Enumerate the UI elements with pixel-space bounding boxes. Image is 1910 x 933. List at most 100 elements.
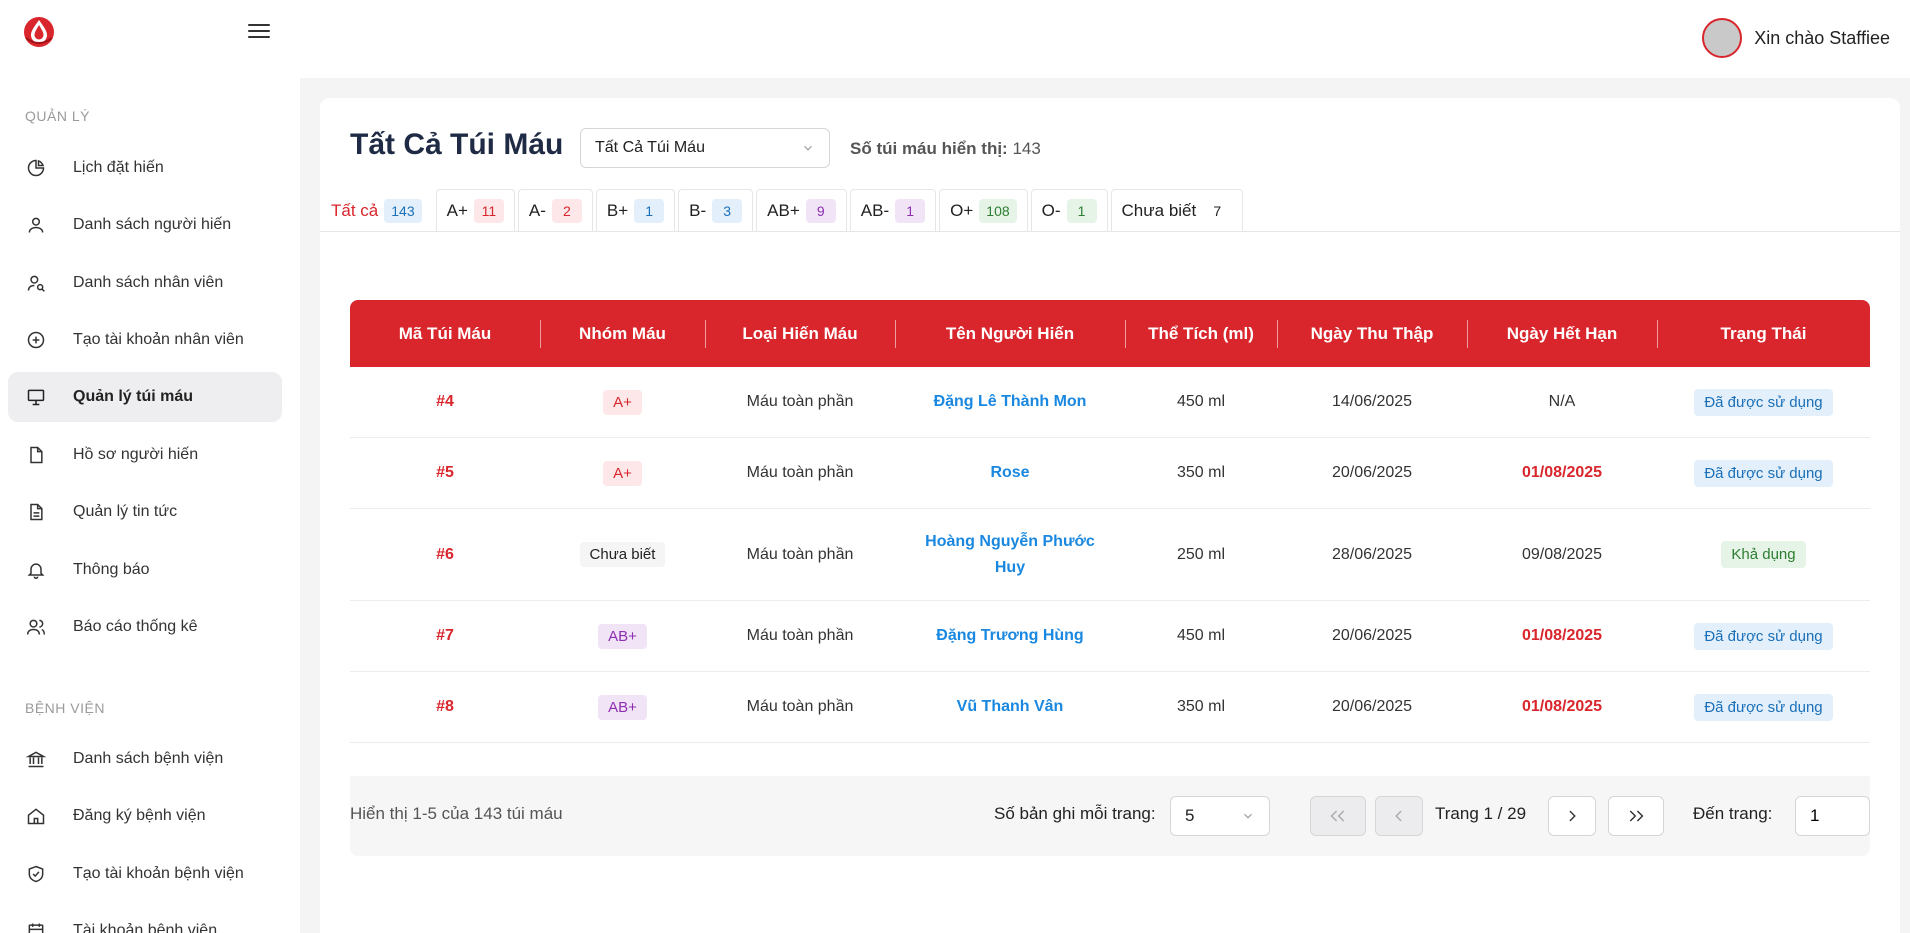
per-page-select[interactable]: 5 (1170, 796, 1270, 836)
sidebar-item-label: Đăng ký bệnh viện (73, 807, 206, 824)
filter-select-value: Tất Cả Túi Máu (595, 139, 705, 156)
section-title-hospital: BỆNH VIỆN (25, 700, 105, 716)
tab-blood-group[interactable]: Tất cả 143 (320, 189, 433, 231)
cell-donation-type: Máu toàn phần (746, 698, 854, 715)
sidebar-item-statistics-report[interactable]: Báo cáo thống kê (8, 602, 282, 652)
sidebar-item-staff-list[interactable]: Danh sách nhân viên (8, 258, 282, 308)
sidebar-item-hospital-accounts[interactable]: Tài khoản bệnh viện (8, 906, 282, 933)
status-badge: Đã được sử dụng (1694, 693, 1833, 721)
blood-bag-filter-select[interactable]: Tất Cả Túi Máu (580, 128, 830, 168)
table-body: #4 A+ Máu toàn phần Đặng Lê Thành Mon 450 ml… (350, 367, 1870, 743)
user-menu[interactable]: Xin chào Staffiee (1702, 18, 1890, 58)
blood-bag-table: Mã Túi Máu Nhóm Máu Loại Hiến Máu Tên Ng… (350, 300, 1870, 743)
cell-bag-id[interactable]: #5 (350, 464, 540, 482)
sidebar-item-donor-list[interactable]: Danh sách người hiến (8, 200, 282, 250)
tab-blood-group[interactable]: Chưa biết 7 (1110, 189, 1244, 231)
column-header[interactable]: Ngày Hết Hạn (1467, 319, 1657, 348)
monitor-icon (25, 386, 47, 408)
column-header[interactable]: Thể Tích (ml) (1125, 319, 1277, 348)
tab-count-badge: 1 (1066, 198, 1097, 223)
cell-bag-id[interactable]: #6 (350, 546, 540, 564)
file-icon (25, 444, 47, 466)
sidebar-item-hospital-list[interactable]: Danh sách bệnh viện (8, 734, 282, 784)
cell-bag-id[interactable]: #7 (350, 627, 540, 645)
cell-collected-date: 14/06/2025 (1331, 393, 1413, 410)
sidebar-item-blood-bag-management[interactable]: Quản lý túi máu (8, 372, 282, 422)
prev-page-button[interactable] (1375, 796, 1423, 836)
tab-blood-group[interactable]: AB- 1 (849, 189, 937, 231)
tab-count-badge: 143 (384, 198, 422, 223)
column-header[interactable]: Nhóm Máu (540, 319, 705, 348)
blood-drop-logo-icon[interactable] (22, 14, 56, 48)
user-icon (25, 214, 47, 236)
next-page-button[interactable] (1548, 796, 1596, 836)
cell-volume: 350 ml (1176, 698, 1226, 715)
goto-page-input[interactable] (1795, 796, 1870, 836)
tab-label: A- (528, 200, 546, 220)
table-row[interactable]: #5 A+ Máu toàn phần Rose 350 ml 20/06/2025 01/… (350, 438, 1870, 509)
tab-blood-group[interactable]: O- 1 (1030, 189, 1108, 231)
cell-expiry-date: 09/08/2025 (1521, 545, 1603, 563)
sidebar-item-notifications[interactable]: Thông báo (8, 545, 282, 595)
tab-blood-group[interactable]: AB+ 9 (756, 189, 847, 231)
tab-blood-group[interactable]: A+ 11 (435, 189, 515, 231)
sidebar-item-label: Thông báo (73, 561, 150, 578)
tab-count-badge: 11 (473, 198, 504, 223)
menu-toggle-icon[interactable] (248, 20, 270, 40)
last-page-button[interactable] (1608, 796, 1664, 836)
cell-status: Đã được sử dụng (1657, 693, 1870, 721)
tab-blood-group[interactable]: B+ 1 (595, 189, 676, 231)
sidebar-item-create-staff-account[interactable]: Tạo tài khoản nhân viên (8, 315, 282, 365)
cell-volume: 350 ml (1176, 464, 1226, 481)
cell-expiry-date: 01/08/2025 (1521, 627, 1603, 644)
chevron-down-icon (804, 145, 812, 151)
avatar[interactable] (1702, 18, 1743, 58)
calendar-icon (25, 920, 47, 933)
column-header[interactable]: Loại Hiến Máu (705, 319, 895, 348)
cell-donor-name-link[interactable]: Đặng Lê Thành Mon (895, 389, 1125, 415)
sidebar-item-label: Báo cáo thống kê (73, 618, 198, 635)
cell-collected-date: 20/06/2025 (1331, 627, 1413, 644)
column-header[interactable]: Trạng Thái (1657, 319, 1870, 348)
chevrons-left-icon (1330, 810, 1345, 822)
cell-donor-name-link[interactable]: Vũ Thanh Vân (895, 694, 1125, 720)
cell-bag-id[interactable]: #4 (350, 393, 540, 411)
table-row[interactable]: #7 AB+ Máu toàn phần Đặng Trương Hùng 450 ml… (350, 601, 1870, 672)
tab-label: AB+ (767, 200, 800, 220)
cell-donor-name-link[interactable]: Đặng Trương Hùng (895, 623, 1125, 649)
sidebar-item-hospital-register[interactable]: Đăng ký bệnh viện (8, 791, 282, 841)
table-row[interactable]: #6 Chưa biết Máu toàn phần Hoàng Nguyễn Phư… (350, 509, 1870, 601)
table-row[interactable]: #4 A+ Máu toàn phần Đặng Lê Thành Mon 450 ml… (350, 367, 1870, 438)
shield-check-icon (25, 863, 47, 885)
page-indicator: Trang 1 / 29 (1435, 804, 1527, 823)
column-header[interactable]: Mã Túi Máu (350, 324, 540, 344)
sidebar-item-donor-records[interactable]: Hồ sơ người hiến (8, 430, 282, 480)
per-page-value: 5 (1185, 806, 1195, 825)
plus-circle-icon (25, 329, 47, 351)
sidebar-item-news-management[interactable]: Quản lý tin tức (8, 487, 282, 537)
tab-blood-group[interactable]: B- 3 (678, 189, 754, 231)
tab-label: B- (689, 200, 707, 220)
blood-group-badge: A+ (603, 460, 642, 486)
table-row[interactable]: #8 AB+ Máu toàn phần Vũ Thanh Vân 350 ml 20/0… (350, 672, 1870, 743)
cell-collected-date: 20/06/2025 (1331, 464, 1413, 481)
cell-donor-name-link[interactable]: Rose (895, 460, 1125, 486)
sidebar-item-label: Danh sách nhân viên (73, 274, 224, 291)
cell-donor-name-link[interactable]: Hoàng Nguyễn Phước Huy (895, 529, 1125, 581)
bank-icon (25, 748, 47, 770)
bell-icon (25, 559, 47, 581)
blood-bag-count: Số túi máu hiển thị: 143 (850, 139, 1041, 159)
sidebar-item-donation-schedule[interactable]: Lịch đặt hiến (8, 143, 282, 193)
sidebar-item-create-hospital-account[interactable]: Tạo tài khoản bệnh viện (8, 849, 282, 899)
top-bar: Xin chào Staffiee (0, 0, 1910, 78)
tab-count-badge: 1 (895, 198, 926, 223)
first-page-button[interactable] (1310, 796, 1366, 836)
column-header[interactable]: Tên Người Hiến (895, 319, 1125, 348)
tab-blood-group[interactable]: A- 2 (517, 189, 593, 231)
greeting-text: Xin chào Staffiee (1754, 27, 1890, 48)
cell-bag-id[interactable]: #8 (350, 698, 540, 716)
cell-status: Đã được sử dụng (1657, 388, 1870, 416)
tab-blood-group[interactable]: O+ 108 (939, 189, 1028, 231)
column-header[interactable]: Ngày Thu Thập (1277, 319, 1467, 348)
chevron-left-icon (1395, 810, 1402, 822)
